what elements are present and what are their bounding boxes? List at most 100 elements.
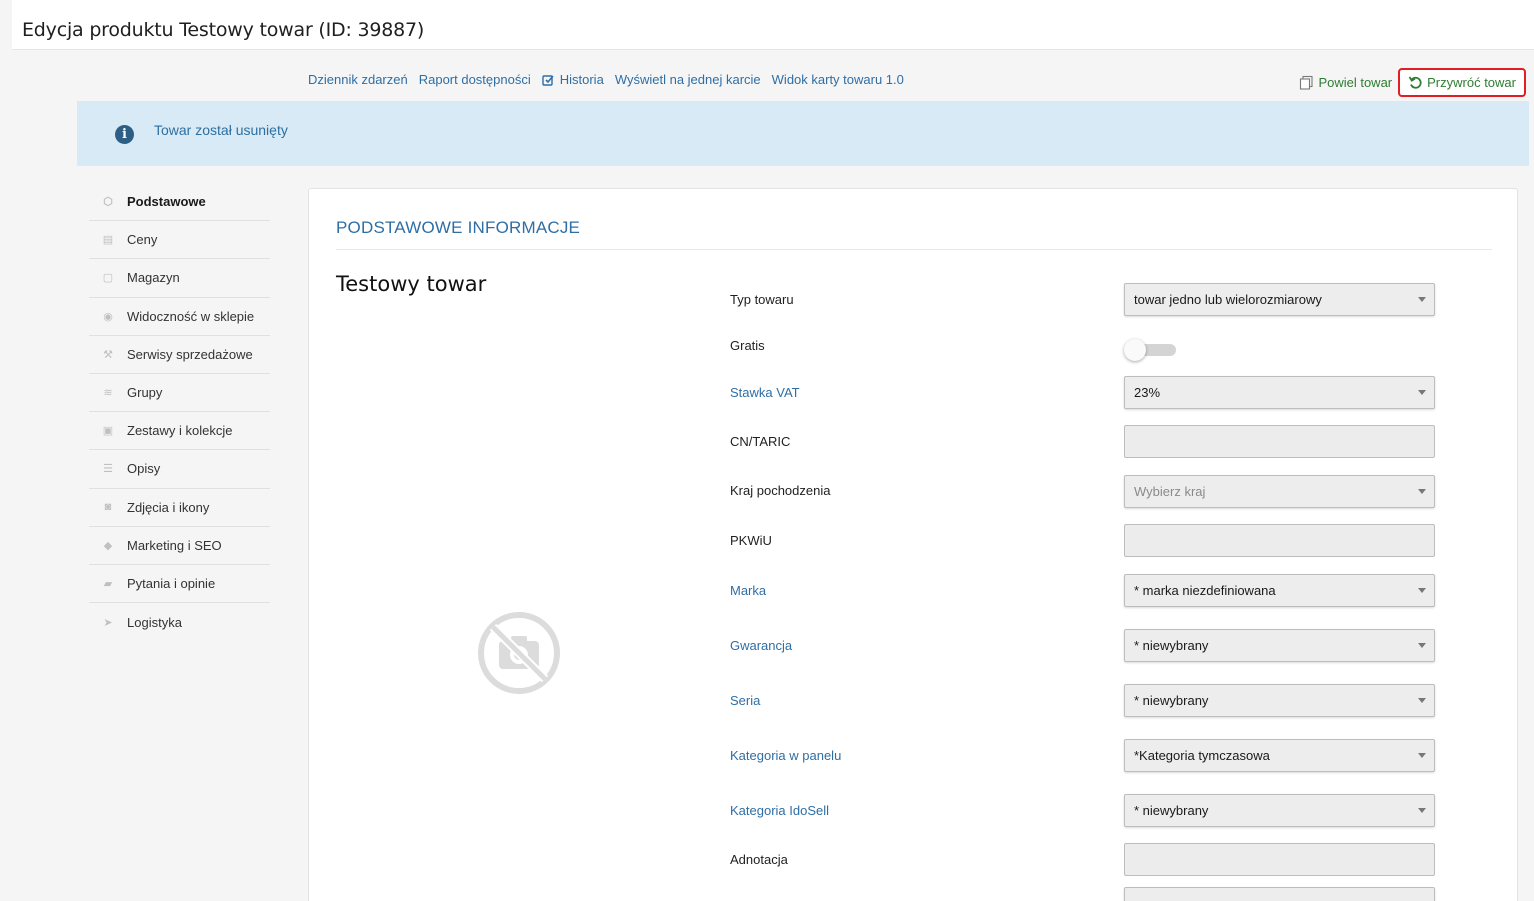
label-typ-towaru: Typ towaru bbox=[730, 292, 794, 307]
label-gwarancja[interactable]: Gwarancja bbox=[730, 638, 792, 653]
sidebar-item-podstawowe[interactable]: ⬡ Podstawowe bbox=[89, 183, 270, 222]
sidebar-item-label: Grupy bbox=[127, 385, 163, 401]
action-buttons: Powiel towar Przywróć towar bbox=[1293, 68, 1526, 97]
sidebar-item-widocznosc[interactable]: ◉ Widoczność w sklepie bbox=[89, 298, 270, 336]
copy-product-label: Powiel towar bbox=[1318, 75, 1393, 90]
kraj-placeholder: Wybierz kraj bbox=[1134, 484, 1206, 499]
section-divider bbox=[336, 249, 1492, 250]
link-historia-label: Historia bbox=[559, 72, 604, 87]
label-seria[interactable]: Seria bbox=[730, 693, 760, 708]
page-header: Edycja produktu Testowy towar (ID: 39887… bbox=[12, 0, 1534, 50]
seria-select[interactable]: * niewybrany bbox=[1124, 684, 1435, 717]
kategoria-panel-value: *Kategoria tymczasowa bbox=[1134, 748, 1270, 763]
next-field-select[interactable] bbox=[1124, 887, 1435, 901]
link-wyswietl-jedna-karta[interactable]: Wyświetl na jednej karcie bbox=[615, 72, 761, 87]
sidebar-item-grupy[interactable]: ≋ Grupy bbox=[89, 374, 270, 413]
no-photo-icon bbox=[478, 612, 560, 694]
stawka-vat-select[interactable]: 23% bbox=[1124, 376, 1435, 409]
sidebar-item-label: Pytania i opinie bbox=[127, 575, 216, 591]
sidebar-item-label: Logistyka bbox=[127, 614, 182, 630]
link-dziennik-zdarzen[interactable]: Dziennik zdarzeń bbox=[308, 72, 408, 87]
section-title: PODSTAWOWE INFORMACJE bbox=[336, 218, 581, 237]
cn-taric-input[interactable] bbox=[1124, 425, 1435, 458]
seria-value: * niewybrany bbox=[1134, 693, 1209, 708]
sidebar-item-label: Ceny bbox=[127, 232, 158, 248]
tag-icon: ◆ bbox=[103, 539, 113, 552]
camera-icon: ◙ bbox=[104, 501, 112, 514]
label-stawka-vat[interactable]: Stawka VAT bbox=[730, 385, 800, 400]
undo-icon bbox=[1408, 76, 1422, 89]
kategoria-idosell-select[interactable]: * niewybrany bbox=[1124, 794, 1435, 827]
adnotacja-input[interactable] bbox=[1124, 843, 1435, 876]
label-cn-taric: CN/TARIC bbox=[730, 434, 791, 449]
label-kraj-pochodzenia: Kraj pochodzenia bbox=[730, 483, 831, 498]
sidebar-item-ceny[interactable]: ▤ Ceny bbox=[89, 221, 270, 260]
link-widok-karty[interactable]: Widok karty towaru 1.0 bbox=[772, 72, 904, 87]
basic-info-card: PODSTAWOWE INFORMACJE Testowy towar Typ … bbox=[308, 188, 1518, 901]
label-kategoria-panel[interactable]: Kategoria w panelu bbox=[730, 748, 841, 763]
label-gratis: Gratis bbox=[730, 338, 765, 353]
text-lines-icon: ☰ bbox=[103, 463, 113, 476]
box-icon: ⬡ bbox=[103, 196, 113, 209]
sidebar-item-opisy[interactable]: ☰ Opisy bbox=[89, 450, 270, 489]
chevron-down-icon bbox=[1418, 297, 1426, 302]
comments-icon: ▰ bbox=[103, 577, 113, 590]
gratis-toggle[interactable] bbox=[1124, 339, 1176, 361]
chevron-down-icon bbox=[1418, 390, 1426, 395]
calendar-icon: ▢ bbox=[102, 272, 114, 285]
marka-value: * marka niezdefiniowana bbox=[1134, 583, 1276, 598]
chevron-down-icon bbox=[1418, 753, 1426, 758]
typ-towaru-select[interactable]: towar jedno lub wielorozmiarowy bbox=[1124, 283, 1435, 316]
sidebar: ⬡ Podstawowe ▤ Ceny ▢ Magazyn ◉ Widoczno… bbox=[89, 183, 270, 641]
sidebar-item-label: Marketing i SEO bbox=[127, 537, 222, 553]
info-icon: i bbox=[115, 125, 134, 144]
sidebar-item-marketing[interactable]: ◆ Marketing i SEO bbox=[89, 527, 270, 565]
sidebar-item-label: Widoczność w sklepie bbox=[127, 308, 255, 324]
restore-product-label: Przywróć towar bbox=[1427, 75, 1516, 90]
sidebar-item-pytania[interactable]: ▰ Pytania i opinie bbox=[89, 565, 270, 604]
marka-select[interactable]: * marka niezdefiniowana bbox=[1124, 574, 1435, 607]
kategoria-panel-select[interactable]: *Kategoria tymczasowa bbox=[1124, 739, 1435, 772]
typ-towaru-value: towar jedno lub wielorozmiarowy bbox=[1134, 292, 1322, 307]
edit-check-icon bbox=[542, 74, 554, 86]
sidebar-item-serwisy[interactable]: ⚒ Serwisy sprzedażowe bbox=[89, 336, 270, 374]
restore-product-button[interactable]: Przywróć towar bbox=[1398, 68, 1526, 97]
label-marka[interactable]: Marka bbox=[730, 583, 766, 598]
label-pkwiu: PKWiU bbox=[730, 533, 772, 548]
sidebar-item-label: Opisy bbox=[127, 461, 161, 477]
chevron-down-icon bbox=[1418, 698, 1426, 703]
gwarancja-value: * niewybrany bbox=[1134, 638, 1209, 653]
copy-product-button[interactable]: Powiel towar bbox=[1293, 71, 1398, 94]
eye-icon: ◉ bbox=[103, 310, 113, 323]
chevron-down-icon bbox=[1418, 808, 1426, 813]
top-links: Dziennik zdarzeń Raport dostępności Hist… bbox=[308, 72, 915, 87]
stawka-vat-value: 23% bbox=[1134, 385, 1161, 400]
chevron-down-icon bbox=[1418, 588, 1426, 593]
gavel-icon: ⚒ bbox=[103, 348, 113, 361]
coins-icon: ▤ bbox=[102, 234, 114, 247]
kraj-pochodzenia-select[interactable]: Wybierz kraj bbox=[1124, 475, 1435, 508]
sidebar-item-magazyn[interactable]: ▢ Magazyn bbox=[89, 259, 270, 298]
link-raport-dostepnosci[interactable]: Raport dostępności bbox=[419, 72, 531, 87]
images-icon: ▣ bbox=[102, 425, 114, 438]
sidebar-item-logistyka[interactable]: ➤ Logistyka bbox=[89, 603, 270, 641]
gwarancja-select[interactable]: * niewybrany bbox=[1124, 629, 1435, 662]
link-historia[interactable]: Historia bbox=[542, 72, 604, 87]
paper-plane-icon: ➤ bbox=[103, 616, 113, 629]
sidebar-item-zdjecia[interactable]: ◙ Zdjęcia i ikony bbox=[89, 489, 270, 527]
label-kategoria-idosell[interactable]: Kategoria IdoSell bbox=[730, 803, 829, 818]
copy-icon bbox=[1300, 75, 1313, 90]
sidebar-item-label: Zestawy i kolekcje bbox=[127, 423, 233, 439]
label-adnotacja: Adnotacja bbox=[730, 852, 788, 867]
chevron-down-icon bbox=[1418, 643, 1426, 648]
product-name: Testowy towar bbox=[336, 272, 487, 296]
toggle-knob bbox=[1124, 339, 1146, 361]
layers-icon: ≋ bbox=[103, 387, 113, 400]
sidebar-item-label: Zdjęcia i ikony bbox=[127, 499, 210, 515]
sidebar-item-label: Serwisy sprzedażowe bbox=[127, 346, 253, 362]
banner-text: Towar został usunięty bbox=[154, 122, 288, 138]
sidebar-item-zestawy[interactable]: ▣ Zestawy i kolekcje bbox=[89, 412, 270, 451]
page-title: Edycja produktu Testowy towar (ID: 39887… bbox=[22, 19, 425, 41]
chevron-down-icon bbox=[1418, 489, 1426, 494]
pkwiu-input[interactable] bbox=[1124, 524, 1435, 557]
